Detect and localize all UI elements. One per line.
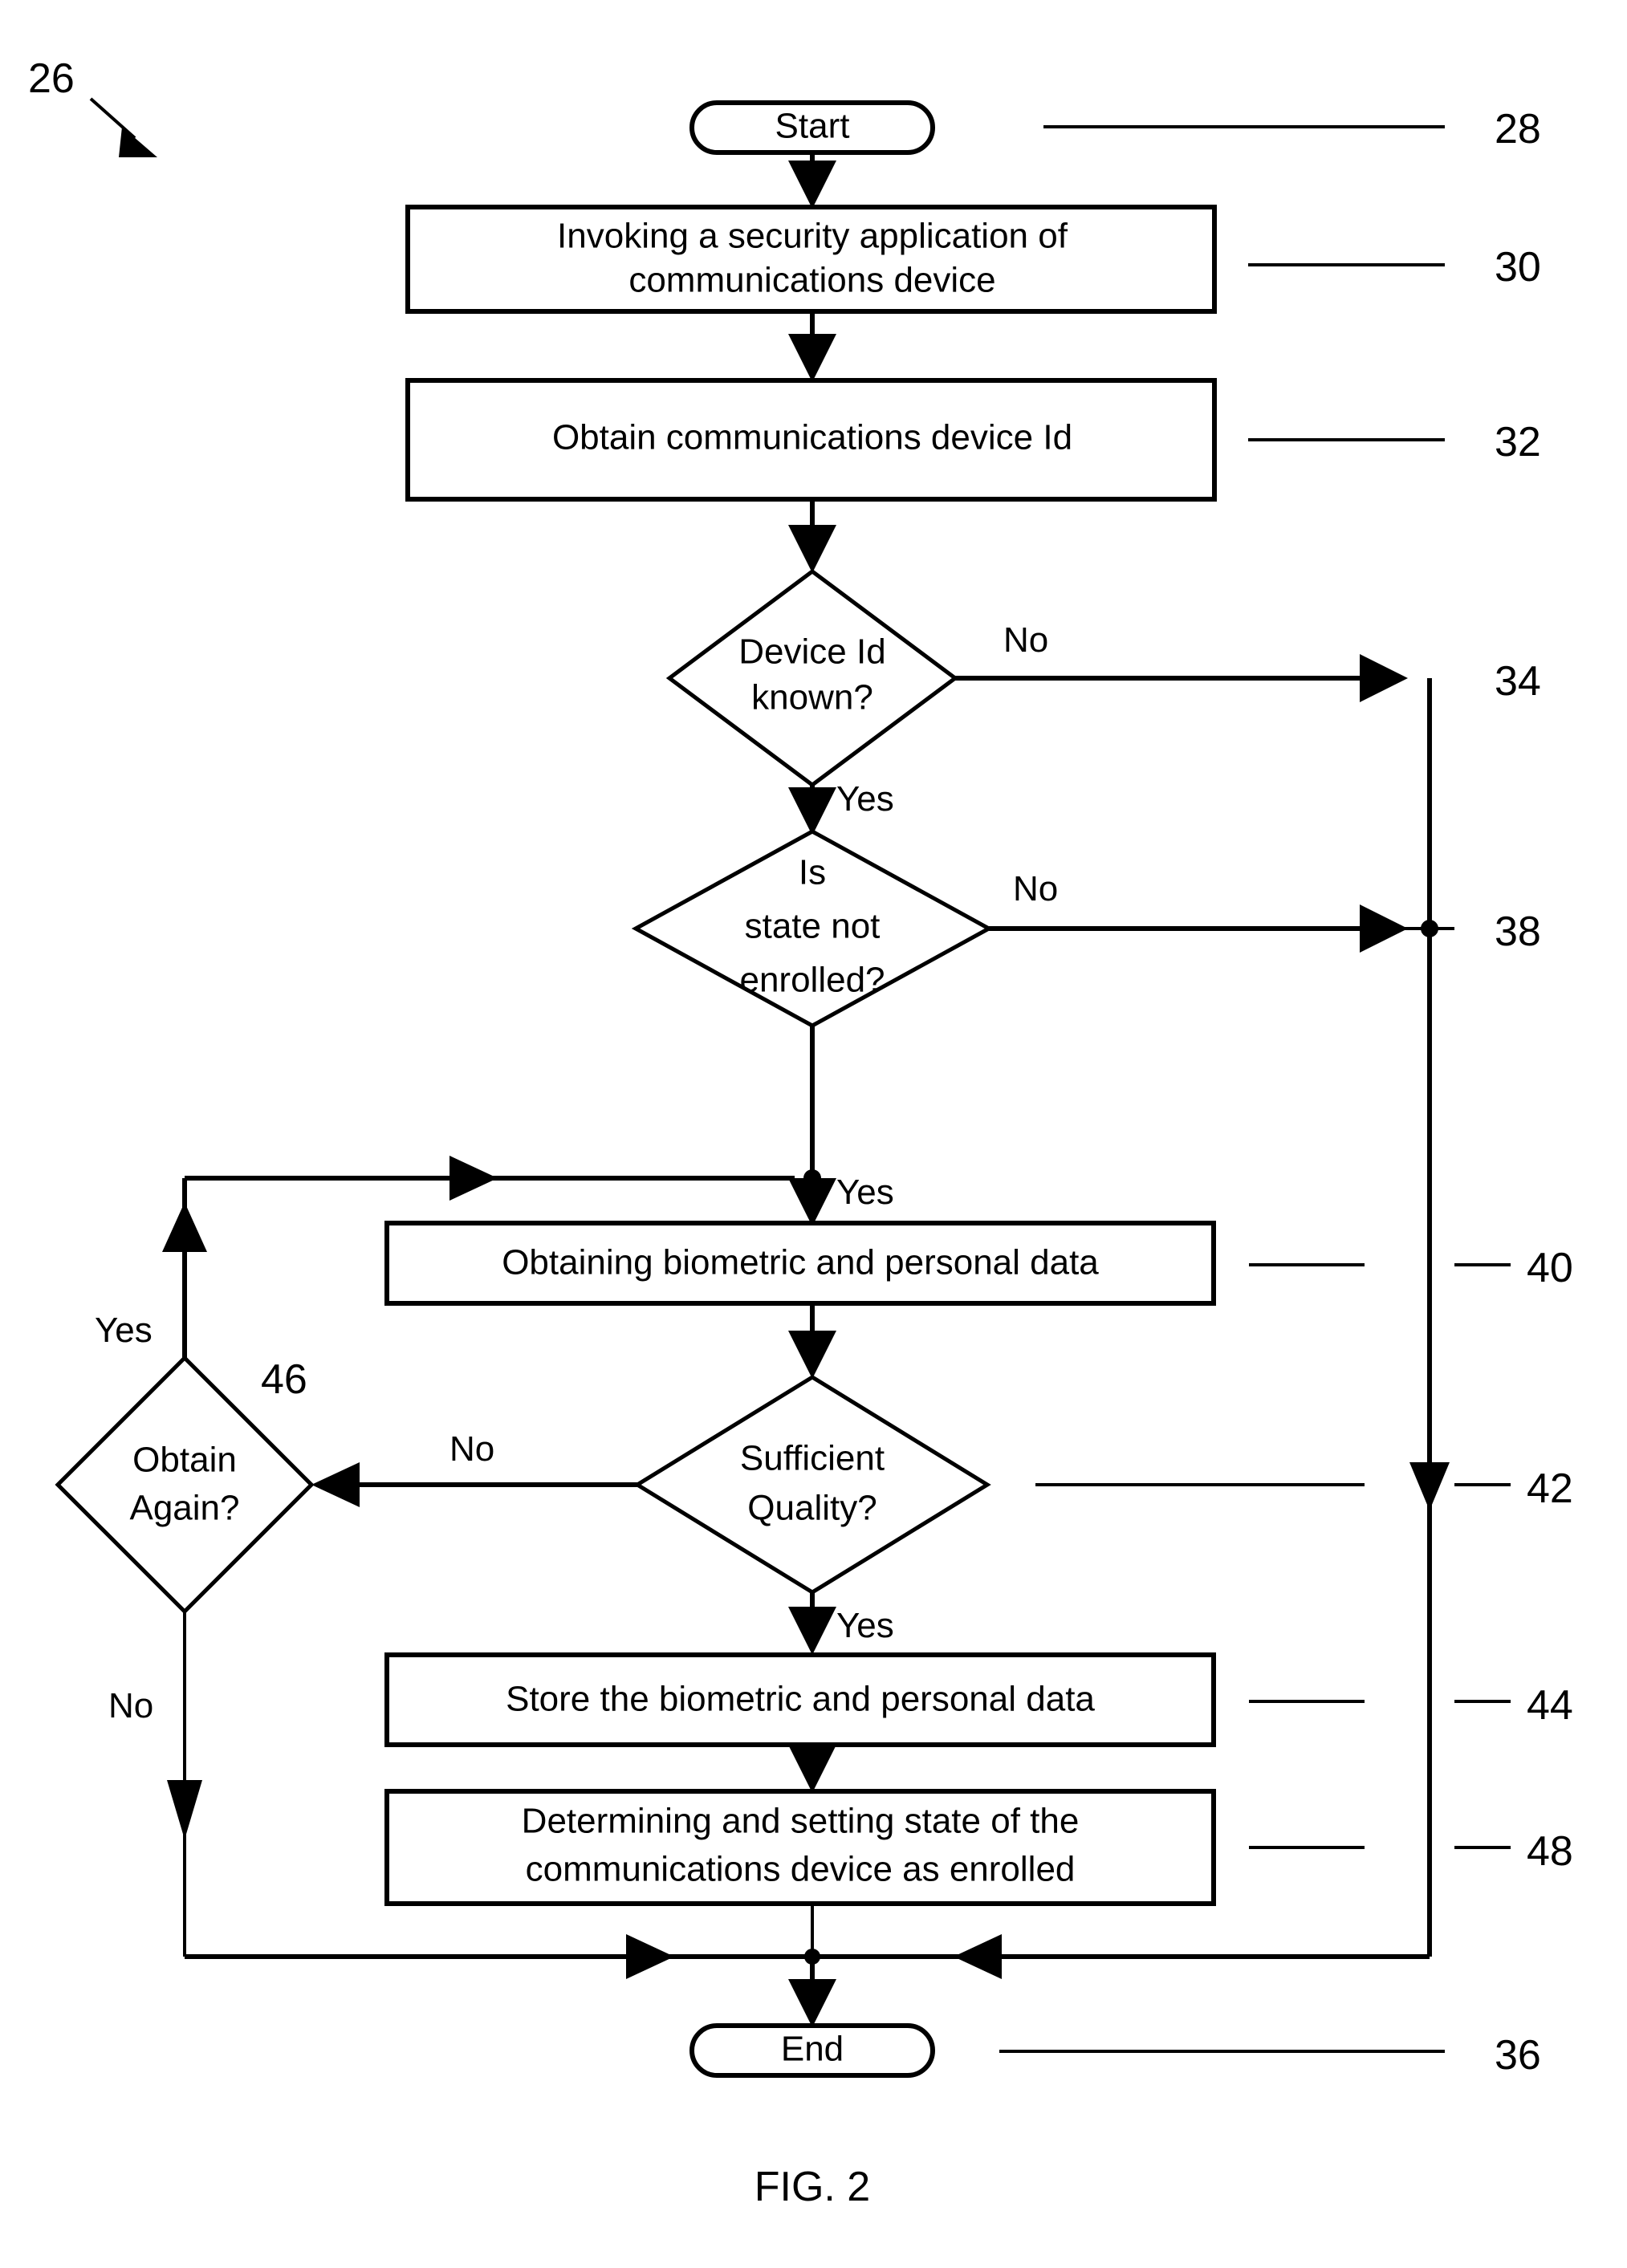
ref-number-36: 36: [1495, 2032, 1541, 2079]
figure-ref-26: 26: [28, 55, 75, 102]
right-bypass-arrowhead: [1409, 1462, 1450, 1510]
ref-number-40: 40: [1527, 1245, 1573, 1291]
determine-state-line2: communications device as enrolled: [526, 1850, 1076, 1889]
edge-obtain-again-no-arrowhead: [167, 1780, 202, 1839]
loop-back-riser-arrowhead: [162, 1202, 207, 1252]
ref-number-32: 32: [1495, 419, 1541, 465]
device-id-known-line1: Device Id: [738, 632, 885, 672]
sufficient-quality-line1: Sufficient: [740, 1439, 885, 1478]
invoke-security-app-line2: communications device: [628, 261, 995, 300]
sufficient-quality-line2: Quality?: [747, 1489, 877, 1528]
is-state-not-enrolled-line2: state not: [745, 907, 881, 946]
ref-number-42: 42: [1527, 1465, 1573, 1512]
start-terminal-label: Start: [775, 107, 850, 146]
ref-number-34: 34: [1495, 658, 1541, 705]
ref-number-38: 38: [1495, 908, 1541, 955]
edge-label-obtain-again-no: No: [108, 1686, 153, 1725]
device-id-known-line2: known?: [751, 678, 873, 717]
is-state-not-enrolled-line3: enrolled?: [739, 961, 885, 1000]
edge-label-quality-yes: Yes: [836, 1606, 894, 1645]
obtaining-biometric-data-label: Obtaining biometric and personal data: [502, 1243, 1099, 1282]
loop-back-top-arrowhead: [449, 1156, 498, 1201]
ref-number-46: 46: [261, 1356, 307, 1403]
store-data-label: Store the biometric and personal data: [506, 1680, 1095, 1719]
obtain-again-line1: Obtain: [132, 1441, 237, 1480]
edge-quality-no-arrowhead: [311, 1462, 360, 1507]
obtain-again-line2: Again?: [129, 1489, 239, 1528]
determine-state-line1: Determining and setting state of the: [522, 1802, 1080, 1841]
edge-label-obtain-again-yes: Yes: [95, 1311, 153, 1350]
ref-number-48: 48: [1527, 1828, 1573, 1875]
sufficient-quality-diamond: [633, 1375, 991, 1595]
patent-figure-page: 26 Start 28 Invoking a security applicat…: [0, 0, 1627, 2268]
figure-ref-leader: [89, 97, 136, 140]
bottom-merge-arrow-right: [954, 1934, 1002, 1979]
figure-caption: FIG. 2: [755, 2164, 870, 2210]
flowchart-canvas: 26 Start 28 Invoking a security applicat…: [28, 55, 1573, 2210]
edge-label-state-enrolled-yes: Yes: [836, 1173, 894, 1212]
ref-number-30: 30: [1495, 244, 1541, 291]
edge-label-device-known-yes: Yes: [836, 779, 894, 819]
edge-label-state-enrolled-no: No: [1013, 869, 1058, 908]
edge-label-quality-no: No: [449, 1429, 494, 1469]
bottom-merge-arrow-left: [626, 1934, 674, 1979]
ref-number-28: 28: [1495, 106, 1541, 152]
figure-ref-arrowhead: [119, 127, 157, 157]
edge-label-device-known-no: No: [1003, 620, 1048, 660]
invoke-security-app-line1: Invoking a security application of: [557, 217, 1068, 256]
is-state-not-enrolled-line1: Is: [799, 853, 826, 892]
obtain-device-id-label: Obtain communications device Id: [552, 418, 1072, 457]
end-terminal-label: End: [781, 2030, 844, 2069]
junction-dot-loop-entry: [803, 1169, 821, 1187]
ref-number-44: 44: [1527, 1682, 1573, 1729]
